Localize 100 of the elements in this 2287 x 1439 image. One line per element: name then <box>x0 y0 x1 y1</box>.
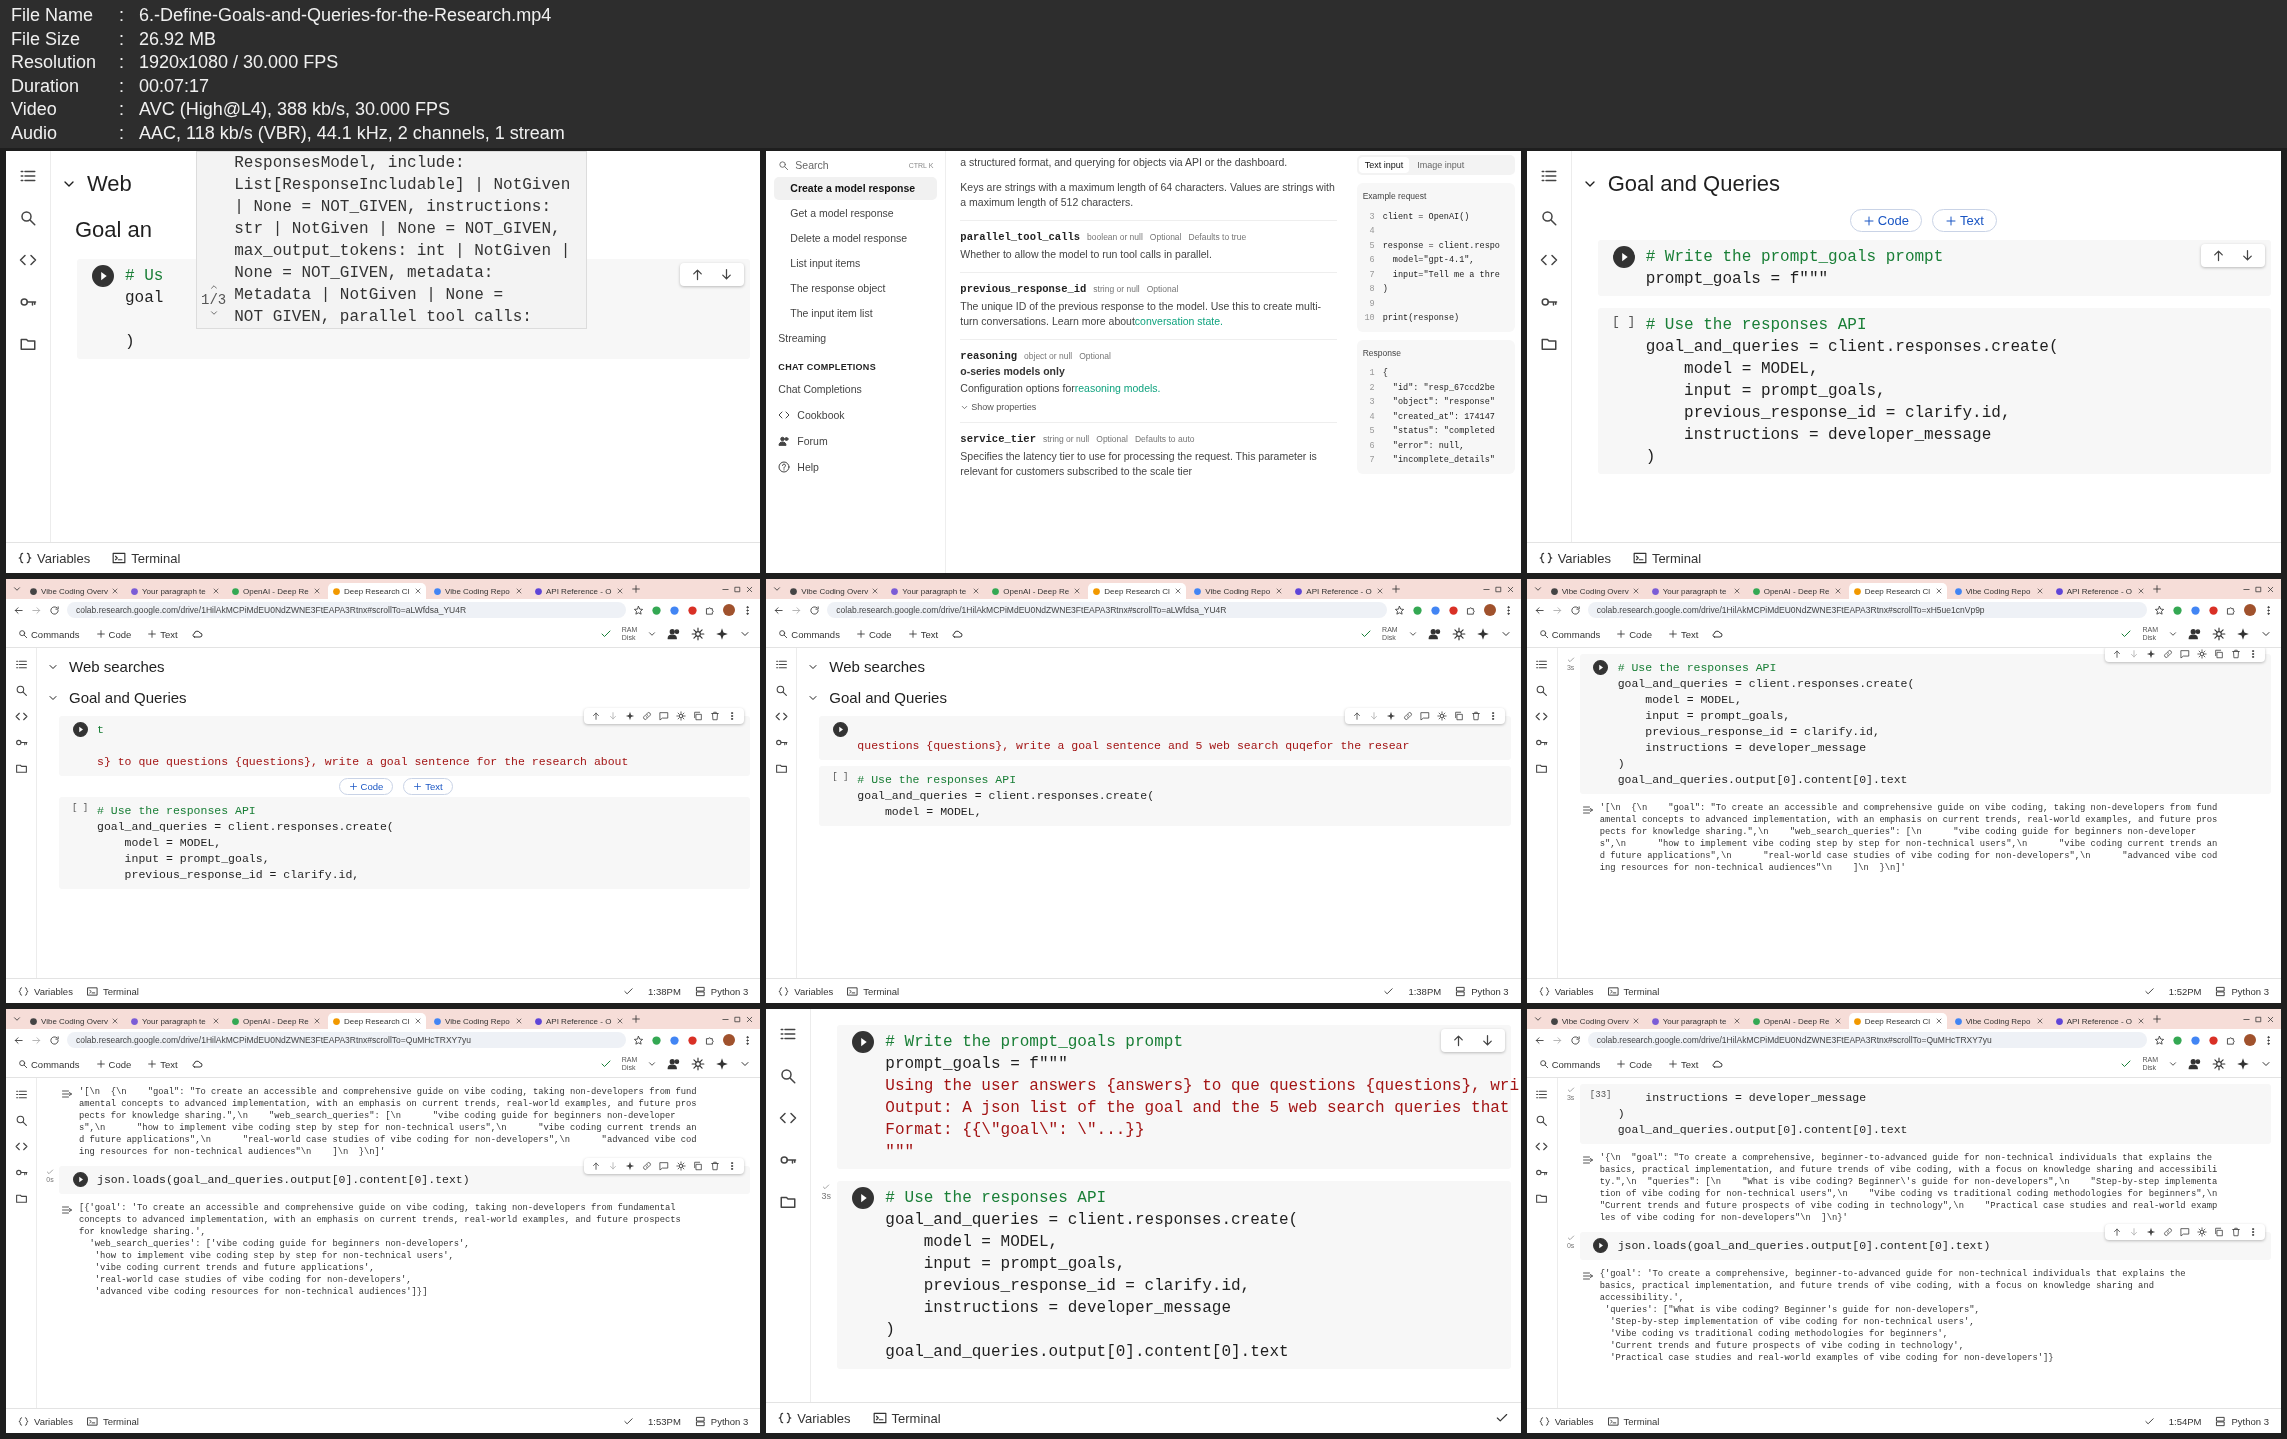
parameter-name: service_tier <box>960 433 1036 445</box>
output-line: 'web_search_queries': ['vibe coding guide for beginners non-developers', <box>88 1238 471 1250</box>
output-line: concepts to advanced implementation, with an emphasis on current trends, real-world examples, and future prospects <box>79 1214 681 1226</box>
output-line: ing resources for non-technical audiences"\n ]\n }\n]' <box>79 1146 387 1158</box>
section-heading: Goal and Queries <box>829 689 947 706</box>
code-line: goal_and_queries = client.responses.create( <box>885 1211 1299 1229</box>
info-label: File Size <box>11 27 82 51</box>
info-value: AAC, 118 kb/s (VBR), 44.1 kHz, 2 channels, 1 stream <box>139 121 565 145</box>
signature-line: Metadata | NotGiven | None = <box>234 285 505 306</box>
output-line: amental concepts to advanced implementation, with an emphasis on current trends, real-world examples, and future pros <box>1599 814 2218 826</box>
code-line: goal_and_queries = client.responses.create( <box>97 820 394 833</box>
code-line: Format: {{\"goal\": \"...}} <box>885 1121 1145 1139</box>
code-line: json.loads(goal_and_queries.output[0].content[0].text) <box>97 1173 470 1186</box>
default-label: Defaults to true <box>1188 232 1247 242</box>
output-line: {'goal': 'To create a comprehensive, beginner-to-advanced guide for non-technical individuals that explains the <box>1599 1268 2186 1280</box>
output-line: 'Step-by-step implementation of vibe coding for non-technical users', <box>1609 1316 1976 1328</box>
line-number: 7 <box>1368 454 1375 467</box>
execution-count: [33] <box>1589 1090 1612 1100</box>
code-line: # Use the responses API <box>1645 316 1867 334</box>
overload-counter: 1/3 <box>201 292 227 308</box>
code-line: model = MODEL, <box>883 805 982 818</box>
signature-line: | None = NOT_GIVEN, instructions: <box>234 197 553 218</box>
output-line: d future applications",\n "real-world case studies of vibe coding for non-developers",\n "advanced vibe cod <box>1599 850 2218 862</box>
code-line: # Use the responses API <box>857 773 1017 786</box>
time-label: 1:54PM <box>2168 1415 2202 1427</box>
parameter-note: o-series models only <box>960 365 1066 377</box>
panel-title: Response <box>1362 346 1402 360</box>
code-line: ) <box>125 333 135 351</box>
code-line: "error": null, <box>1391 439 1465 453</box>
execution-count: [ ] <box>71 803 89 813</box>
line-number: 7 <box>1368 268 1375 282</box>
run-time-label: 3s <box>821 1191 832 1201</box>
code-line: instructions = developer_message <box>1683 426 1992 444</box>
output-line: '[\n {\n "goal": "To create an accessible and comprehensive guide on vibe coding, taking non-developers from fund <box>1599 802 2218 814</box>
code-line: "incomplete_details" <box>1391 454 1495 467</box>
info-separator: : <box>119 51 125 74</box>
info-value: AVC (High@L4), 388 kb/s, 30.000 FPS <box>139 98 451 121</box>
info-label: Video <box>11 98 58 121</box>
section-heading: Web <box>87 171 132 197</box>
section-heading: Goal an <box>75 217 153 243</box>
code-line: prompt_goals = f""" <box>1645 270 1829 288</box>
output-line: for knowledge sharing.', <box>79 1226 207 1238</box>
time-label: 1:53PM <box>648 1415 681 1427</box>
code-line: # Write the prompt_goals prompt <box>885 1033 1183 1051</box>
output-line: amental concepts to advanced implementation, with an emphasis on current trends, real-world examples, and future pros <box>79 1098 697 1110</box>
signature-line: max_output_tokens: int | NotGiven | <box>234 241 571 262</box>
output-line: 'Current trends and future prospects of vibe coding in technology', <box>1609 1340 1965 1352</box>
code-line: input = prompt_goals, <box>922 1255 1126 1273</box>
signature-line: str | NotGiven | None = NOT_GIVEN, <box>234 219 562 240</box>
line-number: 6 <box>1368 254 1375 267</box>
output-line: les of vibe coding for non-developers"\n ]\n}' <box>1599 1212 1849 1224</box>
output-line: 'how to implement vibe coding step by step for non-technical users', <box>93 1250 455 1262</box>
line-number: 3 <box>1368 396 1375 409</box>
panel-title: Example request <box>1362 190 1428 203</box>
code-line: response = client.respo <box>1382 239 1500 253</box>
output-line: d future applications",\n "real-world case studies of vibe coding for non-developers",\n "advanced vibe cod <box>79 1134 697 1146</box>
section-heading: Goal and Queries <box>69 689 187 706</box>
info-value: 26.92 MB <box>139 27 217 51</box>
info-value: 00:07:17 <box>139 74 210 98</box>
code-line: input = prompt_goals, <box>1644 709 1791 722</box>
code-line: ) <box>1617 757 1625 770</box>
parameter-description: Whether to allow the model to run tool calls in parallel. <box>960 247 1213 262</box>
parameter-description: Configuration options forreasoning models. <box>960 381 1162 396</box>
parameter-type: string or null <box>1093 284 1140 294</box>
code-line: ) <box>1382 283 1388 296</box>
code-line: instructions = developer_message <box>922 1299 1231 1317</box>
code-line: previous_response_id = clarify.id, <box>1644 725 1880 738</box>
code-line: json.loads(goal_and_queries.output[0].content[0].text) <box>1617 1239 1991 1252</box>
signature-line: None = NOT_GIVEN, metadata: <box>234 263 495 284</box>
description-text: Keys are strings with a maximum length of 64 characters. Values are strings with a maximum length of 512 characters. <box>960 180 1336 210</box>
output-line: '{\n "goal": "To create a comprehensive, beginner-to-advanced guide for non-technical individuals that explains the <box>1599 1152 2214 1164</box>
output-line: ty.",\n "queries": [\n "What is vibe coding? Beginner\'s guide for non-developers",\n "Step-by-step implementa <box>1599 1176 2218 1188</box>
line-number: 8 <box>1368 283 1375 296</box>
optional-label: Optional <box>1146 284 1179 294</box>
output-line: pects for knowledge sharing.",\n "web_search_queries": [\n "vibe coding guide for beginners non-developer <box>1599 826 2198 838</box>
output-line: 'queries': ["What is vibe coding? Beginner's guide for non-developers", <box>1603 1304 1981 1316</box>
info-separator: : <box>119 98 125 121</box>
line-number: 2 <box>1368 381 1375 395</box>
code-line: model = MODEL, <box>123 836 222 849</box>
code-line: goal <box>125 289 164 307</box>
code-line: model = MODEL, <box>1644 693 1742 706</box>
output-line: tion of vibe coding for non-technical users",\n "Vibe coding vs traditional coding methodologies for beginners",\n <box>1599 1188 2218 1200</box>
parameter-name: previous_response_id <box>960 283 1087 295</box>
execution-count: [ ] <box>1611 314 1636 329</box>
code-line: # Us <box>125 267 164 285</box>
section-heading: Web searches <box>69 658 165 675</box>
line-number: 4 <box>1368 225 1375 238</box>
code-line: print(response) <box>1382 312 1460 325</box>
code-line: # Use the responses API <box>885 1189 1107 1207</box>
parameter-type: object or null <box>1024 351 1073 361</box>
info-separator: : <box>119 74 125 98</box>
info-separator: : <box>119 121 125 145</box>
output-line: [{'goal': 'To create an accessible and comprehensive guide on vibe coding, taking non-developers from fundamental <box>79 1202 677 1214</box>
optional-label: Optional <box>1096 434 1128 444</box>
code-line: # Write the prompt_goals prompt <box>1645 248 1944 266</box>
time-label: 1:38PM <box>648 985 681 997</box>
description-text: a structured format, and querying for objects via API or the dashboard. <box>960 155 1289 170</box>
output-line: 'advanced vibe coding resources for non-technical audiences']}] <box>93 1286 429 1298</box>
parameter-description: The unique ID of the previous response to the model. Use this to create multi-turn conversations. Learn more aboutconversation state. <box>960 299 1322 329</box>
code-line: goal_and_queries = client.responses.create( <box>857 789 1155 802</box>
